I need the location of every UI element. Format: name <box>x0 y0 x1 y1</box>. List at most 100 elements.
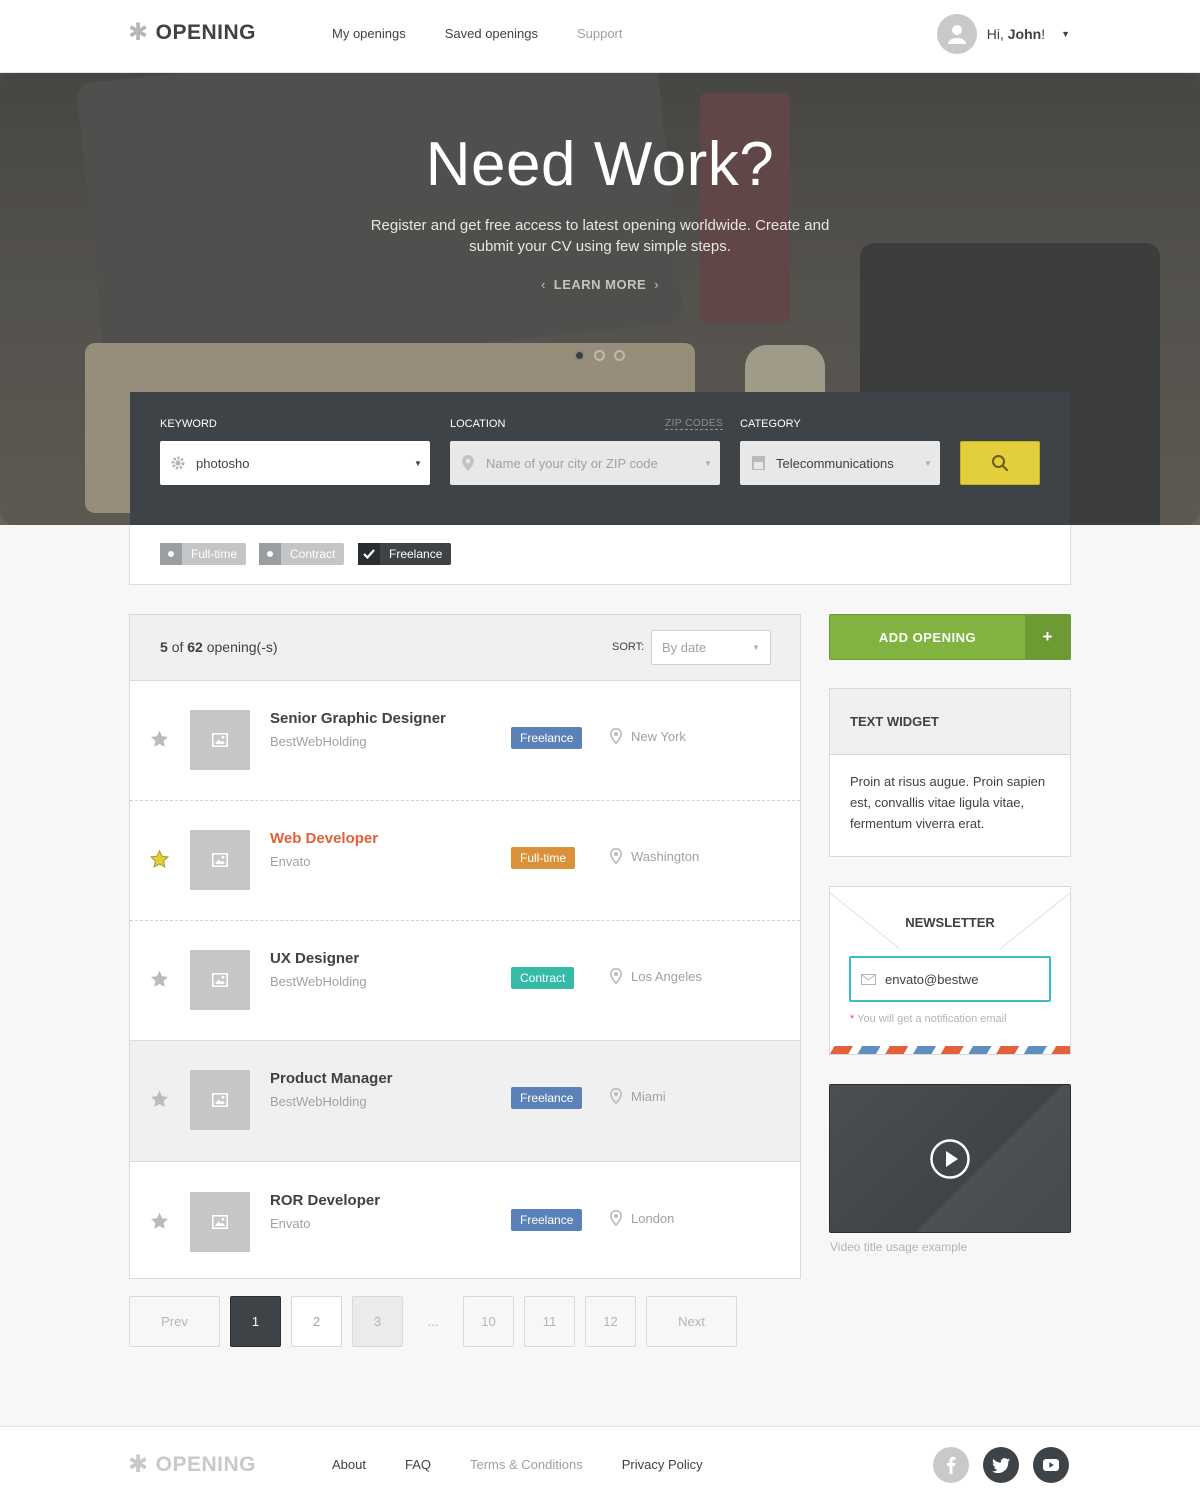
image-icon <box>212 973 228 987</box>
map-pin-icon <box>610 1210 622 1226</box>
footer-link-faq[interactable]: FAQ <box>405 1457 431 1472</box>
chevron-down-icon[interactable]: ▼ <box>696 459 720 468</box>
job-type-badge: Freelance <box>511 727 583 749</box>
footer-link-privacy[interactable]: Privacy Policy <box>622 1457 703 1472</box>
checkbox <box>358 543 380 565</box>
bullet-icon <box>168 551 174 557</box>
job-location: New York <box>610 728 686 744</box>
job-type-filters: Full-time Contract Freelance <box>129 525 1071 585</box>
hero-subtitle: Register and get free access to latest o… <box>370 217 830 255</box>
text-widget: TEXT WIDGET Proin at risus augue. Proin … <box>829 688 1071 857</box>
footer-nav: About FAQ Terms & Conditions Privacy Pol… <box>332 1457 703 1472</box>
star-icon[interactable] <box>150 730 169 753</box>
zip-codes-link[interactable]: ZIP CODES <box>665 418 724 430</box>
learn-more-link[interactable]: ‹ LEARN MORE › <box>0 277 1200 292</box>
job-row[interactable]: UX Designer BestWebHolding Contract Los Ang… <box>130 921 800 1041</box>
chevron-down-icon[interactable]: ▼ <box>916 459 940 468</box>
airmail-stripe <box>830 1046 1070 1054</box>
nav-my-openings[interactable]: My openings <box>332 26 406 41</box>
star-icon[interactable] <box>150 970 169 993</box>
job-row[interactable]: ROR Developer Envato Freelance London <box>130 1163 800 1283</box>
next-button[interactable]: Next <box>646 1296 737 1347</box>
filter-contract[interactable]: Contract <box>259 543 345 565</box>
page-1[interactable]: 1 <box>230 1296 281 1347</box>
keyword-input[interactable]: photosho ▼ <box>160 441 430 485</box>
category-value: Telecommunications <box>776 455 894 471</box>
bullet-icon <box>267 551 273 557</box>
job-title[interactable]: ROR Developer <box>270 1192 380 1209</box>
sort-select[interactable]: By date ▼ <box>651 630 771 665</box>
job-title[interactable]: Product Manager <box>270 1070 393 1087</box>
widget-text: Proin at risus augue. Proin sapien est, … <box>850 774 1046 831</box>
chevron-down-icon[interactable]: ▼ <box>1061 29 1070 39</box>
job-row[interactable]: Product Manager BestWebHolding Freelance Mi… <box>130 1040 800 1162</box>
company-name: Envato <box>270 854 311 869</box>
newsletter-email-input[interactable]: envato@bestwe <box>849 956 1051 1002</box>
page-10[interactable]: 10 <box>463 1296 514 1347</box>
widget-title: TEXT WIDGET <box>830 689 1070 755</box>
video-caption: Video title usage example <box>830 1240 968 1254</box>
slider-dot-2[interactable] <box>594 350 605 361</box>
nav-saved-openings[interactable]: Saved openings <box>445 26 538 41</box>
job-title[interactable]: UX Designer <box>270 950 359 967</box>
footer-link-terms[interactable]: Terms & Conditions <box>470 1457 583 1472</box>
filter-label: Full-time <box>191 547 238 561</box>
job-row[interactable]: Web Developer Envato Full-time Washington <box>130 801 800 921</box>
filter-label: Contract <box>290 547 336 561</box>
map-pin-icon <box>610 1088 622 1104</box>
youtube-icon[interactable] <box>1033 1447 1069 1483</box>
search-button[interactable] <box>960 441 1040 485</box>
footer-logo[interactable]: ✱ OPENING <box>128 1453 256 1477</box>
image-icon <box>212 1093 228 1107</box>
job-location: London <box>610 1210 674 1226</box>
filter-label: Freelance <box>389 547 443 561</box>
page-2[interactable]: 2 <box>291 1296 342 1347</box>
location-name: Miami <box>631 1088 666 1104</box>
star-icon[interactable] <box>150 1212 169 1235</box>
prev-button[interactable]: Prev <box>129 1296 220 1347</box>
facebook-icon[interactable] <box>933 1447 969 1483</box>
store-icon <box>740 456 776 470</box>
user-icon <box>947 25 966 44</box>
video-player[interactable] <box>829 1084 1071 1233</box>
twitter-icon[interactable] <box>983 1447 1019 1483</box>
chevron-down-icon[interactable]: ▼ <box>406 459 430 468</box>
user-menu[interactable]: Hi, John! ▼ <box>936 14 1070 54</box>
image-icon <box>212 1215 228 1229</box>
footer-link-about[interactable]: About <box>332 1457 366 1472</box>
chevron-down-icon: ▼ <box>752 643 760 652</box>
nav-support[interactable]: Support <box>577 26 623 41</box>
asterisk-icon: ✱ <box>128 1451 149 1478</box>
page-11[interactable]: 11 <box>524 1296 575 1347</box>
required-mark: * <box>850 1013 855 1025</box>
page-12[interactable]: 12 <box>585 1296 636 1347</box>
job-row[interactable]: Senior Graphic Designer BestWebHolding Fre… <box>130 681 800 801</box>
slider-dot-1[interactable] <box>574 350 585 361</box>
map-pin-icon <box>610 848 622 864</box>
top-header: ✱ OPENING My openings Saved openings Sup… <box>0 0 1200 73</box>
company-name: BestWebHolding <box>270 974 367 989</box>
logo[interactable]: ✱ OPENING <box>128 21 256 45</box>
category-select[interactable]: Telecommunications ▼ <box>740 441 940 485</box>
asterisk-icon: ✱ <box>128 19 149 46</box>
job-type-badge: Contract <box>511 967 575 989</box>
job-title[interactable]: Senior Graphic Designer <box>270 710 446 727</box>
page-3[interactable]: 3 <box>352 1296 403 1347</box>
main-nav: My openings Saved openings Support <box>332 26 623 41</box>
filter-full-time[interactable]: Full-time <box>160 543 247 565</box>
add-opening-button[interactable]: ADD OPENING + <box>829 614 1071 660</box>
play-icon[interactable] <box>929 1138 971 1180</box>
star-icon[interactable] <box>150 1090 169 1113</box>
star-icon[interactable] <box>149 849 170 873</box>
checkmark-icon <box>363 549 375 559</box>
slider-dot-3[interactable] <box>614 350 625 361</box>
company-logo <box>190 710 250 770</box>
count-shown: 5 <box>160 639 168 655</box>
category-label: CATEGORY <box>740 418 801 430</box>
job-type-badge: Freelance <box>511 1087 583 1109</box>
job-title[interactable]: Web Developer <box>270 830 378 847</box>
filter-freelance[interactable]: Freelance <box>358 543 452 565</box>
logo-text: OPENING <box>155 21 256 44</box>
count-total: 62 <box>187 639 203 655</box>
location-input[interactable]: Name of your city or ZIP code ▼ <box>450 441 720 485</box>
